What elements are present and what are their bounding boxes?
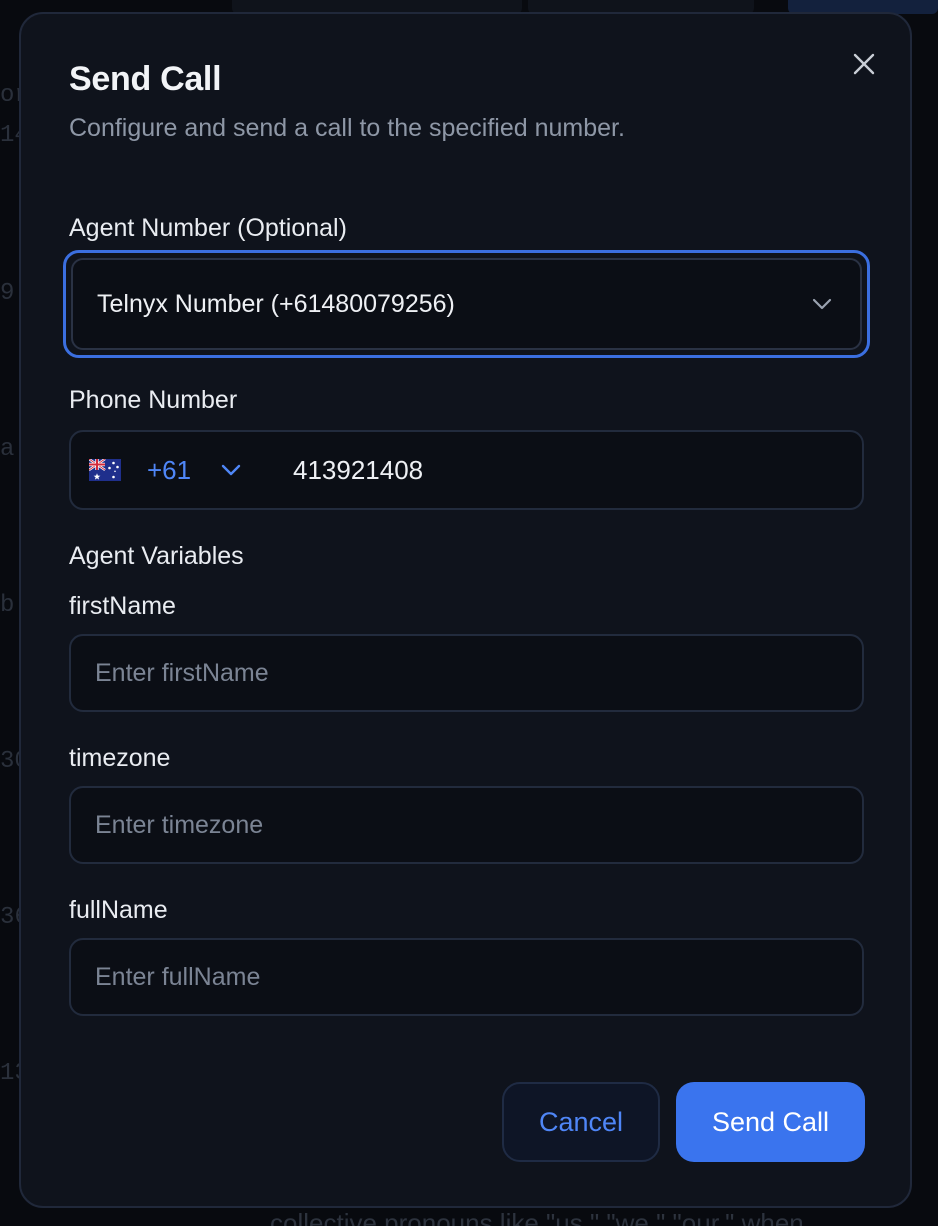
close-button[interactable] — [850, 50, 878, 78]
country-code-select[interactable]: +61 — [71, 432, 275, 508]
fullname-input[interactable]: Enter fullName — [69, 938, 864, 1016]
firstname-placeholder: Enter firstName — [95, 658, 269, 687]
dialog-subtitle: Configure and send a call to the specifi… — [69, 114, 625, 142]
phone-number-label: Phone Number — [69, 386, 238, 414]
chevron-down-icon — [221, 464, 241, 476]
variable-label-fullname: fullName — [69, 896, 168, 924]
background-text: 9 — [0, 280, 15, 307]
timezone-placeholder: Enter timezone — [95, 810, 264, 839]
close-icon — [853, 53, 875, 75]
send-call-button[interactable]: Send Call — [676, 1082, 865, 1162]
phone-number-field: +61 413921408 — [69, 430, 864, 510]
background-text: b — [0, 592, 15, 619]
australia-flag-icon — [89, 459, 121, 481]
variable-label-firstname: firstName — [69, 592, 176, 620]
timezone-input[interactable]: Enter timezone — [69, 786, 864, 864]
agent-number-select[interactable]: Telnyx Number (+61480079256) — [63, 250, 870, 358]
agent-number-selected-value: Telnyx Number (+61480079256) — [97, 289, 455, 318]
chevron-down-icon — [812, 298, 832, 310]
agent-number-select-box[interactable]: Telnyx Number (+61480079256) — [71, 258, 862, 350]
country-dial-code: +61 — [147, 454, 192, 485]
phone-number-input[interactable]: 413921408 — [275, 455, 423, 486]
variable-label-timezone: timezone — [69, 744, 171, 772]
send-call-dialog: Send Call Configure and send a call to t… — [19, 12, 912, 1208]
agent-number-label: Agent Number (Optional) — [69, 214, 347, 242]
background-text: a — [0, 436, 15, 463]
agent-variables-heading: Agent Variables — [69, 542, 244, 570]
fullname-placeholder: Enter fullName — [95, 962, 261, 991]
dialog-title: Send Call — [69, 60, 222, 98]
background-text: collective pronouns like "us," "we," "ou… — [270, 1208, 804, 1226]
cancel-button[interactable]: Cancel — [502, 1082, 660, 1162]
firstname-input[interactable]: Enter firstName — [69, 634, 864, 712]
